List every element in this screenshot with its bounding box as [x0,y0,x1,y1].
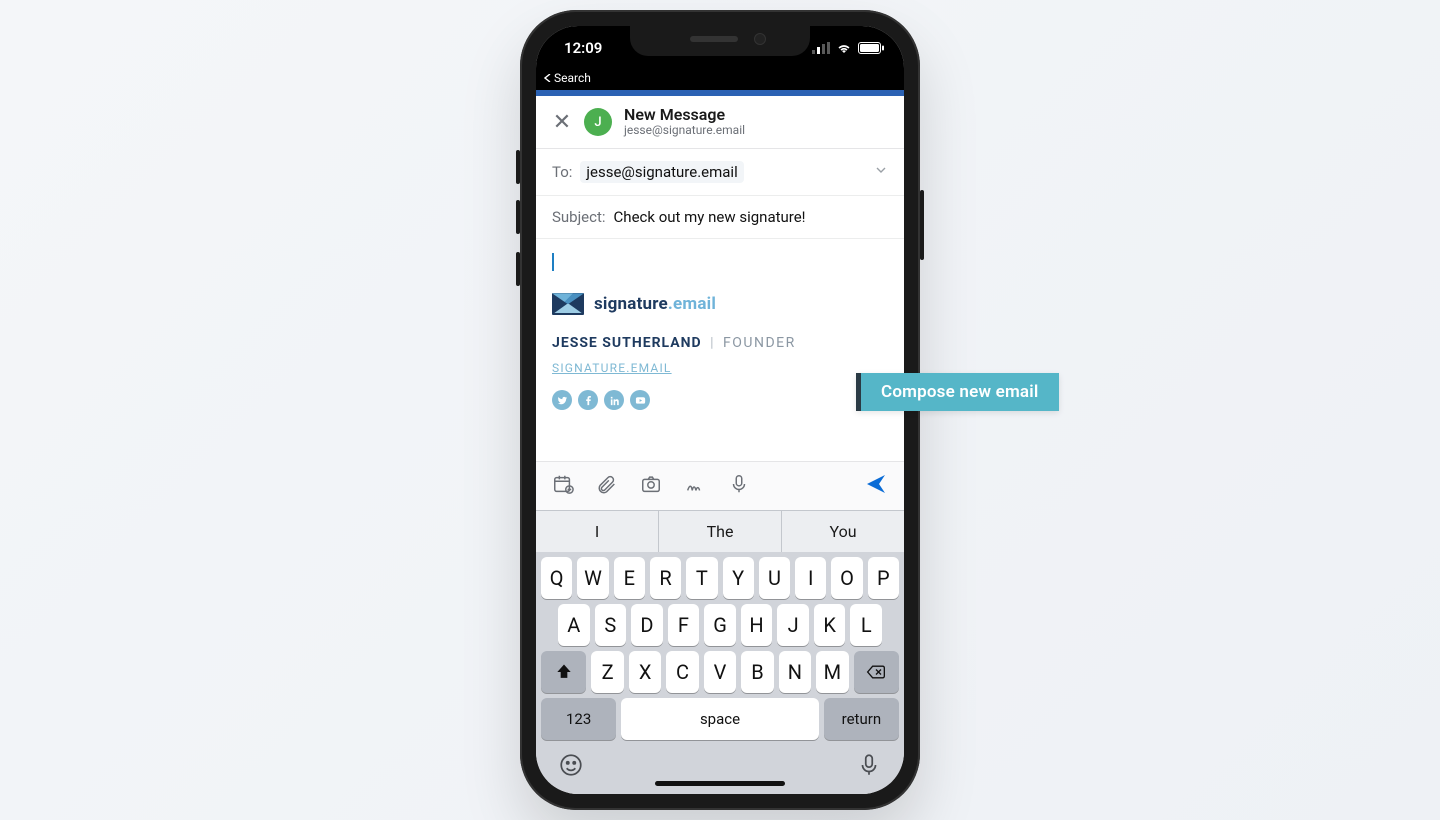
text-cursor [552,253,554,271]
battery-icon [858,42,884,54]
send-button[interactable] [864,472,888,500]
emoji-key[interactable] [558,752,584,784]
compose-body[interactable]: signature.email JESSE SUTHERLAND | FOUND… [536,239,904,461]
suggestion-3[interactable]: You [782,511,904,552]
compose-from-email: jesse@signature.email [624,124,745,138]
key-m[interactable]: M [816,651,848,693]
shift-key[interactable] [541,651,586,693]
backspace-key[interactable] [854,651,899,693]
calendar-icon[interactable] [552,473,574,499]
mic-icon[interactable] [728,473,750,499]
compose-title: New Message [624,106,745,124]
key-t[interactable]: T [686,557,717,599]
camera-icon[interactable] [640,473,662,499]
key-r[interactable]: R [650,557,681,599]
home-indicator[interactable] [655,781,785,786]
linkedin-icon[interactable] [604,390,624,410]
status-icons [812,42,884,54]
key-x[interactable]: X [629,651,661,693]
key-o[interactable]: O [831,557,862,599]
key-s[interactable]: S [595,604,627,646]
close-icon[interactable]: ✕ [552,110,572,135]
subject-label: Subject: [552,208,606,226]
key-d[interactable]: D [631,604,663,646]
cellular-icon [812,42,830,54]
to-field-row[interactable]: To: jesse@signature.email [536,149,904,196]
return-key[interactable]: return [824,698,899,740]
compose-callout-label: Compose new email [881,382,1039,402]
compose-toolbar [536,461,904,510]
signature-icon[interactable] [684,473,706,499]
back-to-app-strip[interactable]: Search [536,70,904,90]
envelope-icon [552,293,584,315]
twitter-icon[interactable] [552,390,572,410]
signature-brand: signature.email [594,294,716,314]
status-time: 12:09 [564,39,602,57]
key-u[interactable]: U [759,557,790,599]
youtube-icon[interactable] [630,390,650,410]
key-q[interactable]: Q [541,557,572,599]
to-label: To: [552,163,572,181]
compose-header: ✕ J New Message jesse@signature.email [536,96,904,149]
key-p[interactable]: P [868,557,899,599]
status-bar: 12:09 [536,26,904,70]
signature-role: FOUNDER [723,335,796,351]
subject-field-row[interactable]: Subject: Check out my new signature! [536,196,904,239]
numeric-key[interactable]: 123 [541,698,616,740]
wifi-icon [836,42,852,54]
key-j[interactable]: J [777,604,809,646]
key-h[interactable]: H [741,604,773,646]
key-z[interactable]: Z [591,651,623,693]
space-key[interactable]: space [621,698,819,740]
key-a[interactable]: A [558,604,590,646]
signature-link[interactable]: SIGNATURE.EMAIL [552,361,672,375]
key-g[interactable]: G [704,604,736,646]
key-w[interactable]: W [577,557,608,599]
keyboard-suggestions: I The You [536,510,904,552]
key-c[interactable]: C [666,651,698,693]
key-v[interactable]: V [704,651,736,693]
key-n[interactable]: N [779,651,811,693]
signature-social-row [552,390,888,410]
attachment-icon[interactable] [596,473,618,499]
phone-screen: 12:09 Search ✕ J New Message jesse@signa… [536,26,904,794]
compose-callout: Compose new email [856,373,1059,411]
key-b[interactable]: B [741,651,773,693]
ios-keyboard: I The You Q W E R T Y U I O P A S D F [536,510,904,794]
key-y[interactable]: Y [723,557,754,599]
key-l[interactable]: L [850,604,882,646]
back-caret-icon [544,74,552,82]
dictation-key[interactable] [856,752,882,784]
key-i[interactable]: I [795,557,826,599]
key-f[interactable]: F [668,604,700,646]
signature-name-row: JESSE SUTHERLAND | FOUNDER [552,335,888,351]
signature-logo-row: signature.email [552,293,888,315]
back-label: Search [554,71,591,85]
facebook-icon[interactable] [578,390,598,410]
key-e[interactable]: E [614,557,645,599]
key-k[interactable]: K [814,604,846,646]
suggestion-1[interactable]: I [536,511,659,552]
chevron-down-icon[interactable] [874,163,888,181]
sender-avatar: J [584,108,612,136]
to-recipient-chip[interactable]: jesse@signature.email [580,161,743,183]
subject-value: Check out my new signature! [614,208,806,226]
suggestion-2[interactable]: The [659,511,782,552]
signature-name: JESSE SUTHERLAND [552,335,702,351]
